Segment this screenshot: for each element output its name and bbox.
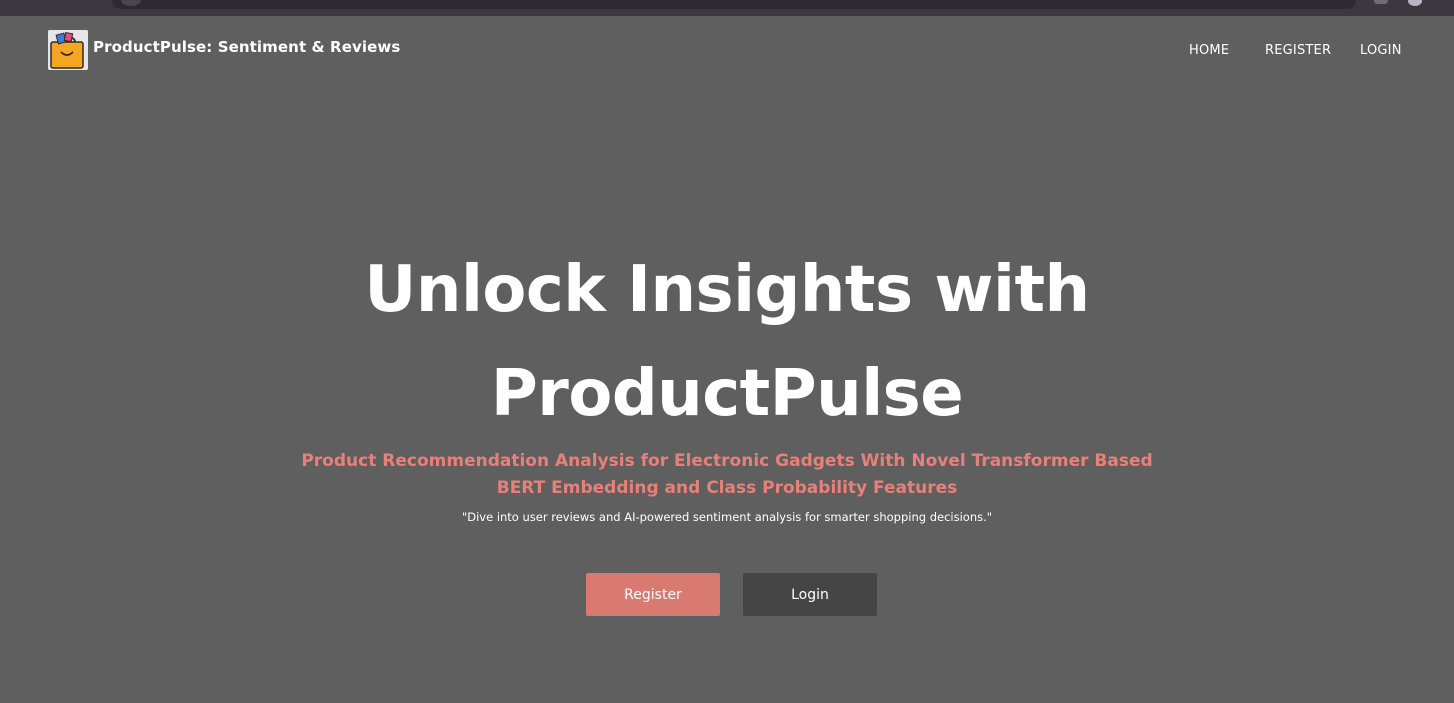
hero-tagline: "Dive into user reviews and AI-powered s… xyxy=(461,510,993,524)
hero-title-line-2: ProductPulse xyxy=(490,357,964,431)
login-button[interactable]: Login xyxy=(743,573,877,616)
register-button[interactable]: Register xyxy=(586,573,720,616)
hero-subtitle-line-2: BERT Embedding and Class Probability Fea… xyxy=(496,478,958,498)
hero-subtitle-line-1: Product Recommendation Analysis for Elec… xyxy=(301,451,1153,471)
hero-title: Unlock Insights with ProductPulse xyxy=(0,238,1454,446)
hero-title-line-1: Unlock Insights with xyxy=(364,253,1090,327)
hero-subtitle: Product Recommendation Analysis for Elec… xyxy=(287,448,1167,502)
hero-section: Unlock Insights with ProductPulse Produc… xyxy=(0,0,1454,703)
